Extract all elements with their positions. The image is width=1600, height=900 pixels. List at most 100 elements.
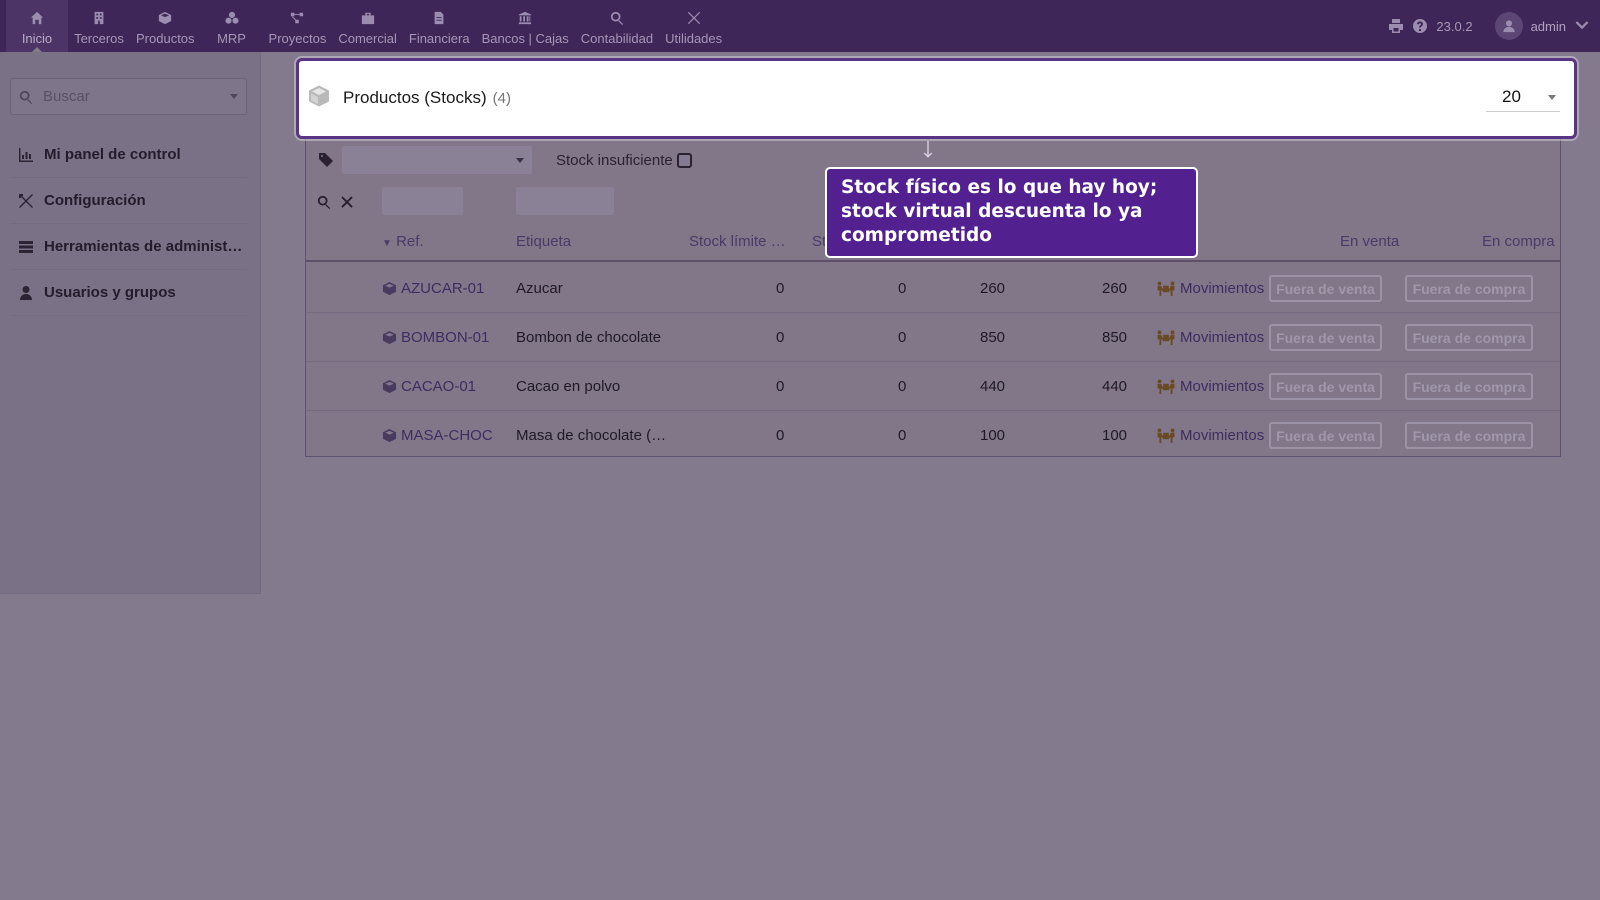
main-menu: Inicio Terceros Productos MRP Proyectos … [0,0,728,52]
user-name[interactable]: admin [1531,19,1566,34]
fuera-de-venta-badge[interactable]: Fuera de venta [1269,324,1382,351]
people-carry-icon [1157,330,1175,345]
chevron-down-icon[interactable] [230,94,238,99]
movements-link[interactable]: Movimientos [1156,378,1264,395]
page-title: Productos (Stocks) (4) [343,88,511,108]
record-count: (4) [492,90,511,107]
sidebar-item-herramientas[interactable]: Herramientas de administración [10,224,247,270]
left-sidebar: Buscar Mi panel de control Configuración… [0,52,261,594]
menu-financiera[interactable]: Financiera [403,0,476,52]
sidebar-item-mi-panel[interactable]: Mi panel de control [10,132,247,178]
page-size-select[interactable]: 20 [1486,82,1560,112]
menu-label: Financiera [408,31,470,46]
top-menu-bar: Inicio Terceros Productos MRP Proyectos … [0,0,1600,52]
product-ref-link[interactable]: AZUCAR-01 [382,280,484,297]
physical-stock-cell: 260 [980,280,1006,297]
col-ref-header[interactable]: ▼ Ref. [382,233,424,250]
menu-label: Bancos | Cajas [481,31,569,46]
desired-cell: 0 [898,427,907,444]
chart-bar-icon [19,147,33,162]
fuera-de-compra-badge[interactable]: Fuera de compra [1405,324,1533,351]
avatar[interactable] [1494,12,1523,40]
menu-label: Terceros [74,31,124,46]
movements-link[interactable]: Movimientos [1156,280,1264,297]
limit-cell: 0 [776,280,785,297]
menu-bancos-cajas[interactable]: Bancos | Cajas [476,0,575,52]
cube-icon [382,281,397,296]
cube-icon [382,428,397,443]
movements-text: Movimientos [1180,427,1265,444]
virtual-stock-cell: 260 [1102,280,1128,297]
ref-text: CACAO-01 [401,378,477,395]
arrow-down-icon [923,141,933,158]
ref-filter-input[interactable] [382,187,463,215]
desired-cell: 0 [898,280,907,297]
cube-icon [159,11,172,25]
file-invoice-icon [434,11,444,25]
movements-link[interactable]: Movimientos [1156,427,1264,444]
label-cell: Azucar [516,280,563,297]
stock-insuficiente-label: Stock insuficiente [556,152,673,169]
menu-contabilidad[interactable]: Contabilidad [575,0,659,52]
menu-inicio[interactable]: Inicio [6,0,68,52]
menu-terceros[interactable]: Terceros [68,0,130,52]
movements-text: Movimientos [1180,329,1265,346]
menu-comercial[interactable]: Comercial [332,0,403,52]
label-cell: Masa de chocolate (… [516,427,667,444]
fuera-de-compra-badge[interactable]: Fuera de compra [1405,275,1533,302]
menu-productos[interactable]: Productos [130,0,201,52]
menu-mrp[interactable]: MRP [201,0,263,52]
sidebar-item-configuracion[interactable]: Configuración [10,178,247,224]
menu-label: Utilidades [665,31,723,46]
product-ref-link[interactable]: MASA-CHOC [382,427,493,444]
menu-label: Productos [136,31,195,46]
sidebar-item-usuarios[interactable]: Usuarios y grupos [10,270,247,316]
sidebar-search-input[interactable]: Buscar [10,78,247,115]
search-icon[interactable] [317,195,331,209]
fuera-de-venta-badge[interactable]: Fuera de venta [1269,373,1382,400]
label-cell: Cacao en polvo [516,378,621,395]
physical-stock-cell: 850 [980,329,1006,346]
people-carry-icon [1157,428,1175,443]
col-etiqueta-header[interactable]: Etiqueta [516,233,571,250]
col-stock-limite-header[interactable]: Stock límite … [689,233,786,250]
list-title-header: Productos (Stocks) (4) 20 [296,58,1577,139]
bank-icon [519,11,532,25]
ref-text: MASA-CHOC [401,427,493,444]
label-filter-input[interactable] [516,187,614,215]
people-carry-icon [1157,379,1175,394]
physical-stock-cell: 440 [980,378,1006,395]
tag-icon [319,153,333,167]
menu-label: Comercial [338,31,397,46]
menu-label: Proyectos [268,31,327,46]
help-icon[interactable] [1412,18,1428,34]
cubes-icon [224,11,239,24]
menu-proyectos[interactable]: Proyectos [263,0,333,52]
printer-icon[interactable] [1388,18,1404,34]
virtual-stock-cell: 100 [1102,427,1128,444]
limit-cell: 0 [776,329,785,346]
table-body: AZUCAR-01 Azucar 0 0 260 260 Movimientos… [306,264,1560,460]
menu-label: MRP [217,31,246,46]
chevron-down-icon[interactable] [1574,18,1590,34]
suitcase-icon [361,12,374,25]
menu-label: Contabilidad [580,31,654,46]
col-en-compra-header[interactable]: En compra [1482,233,1555,250]
close-icon[interactable] [340,195,354,209]
stock-insuficiente-checkbox[interactable] [676,153,692,168]
building-icon [94,11,104,25]
category-filter-select[interactable] [342,146,532,174]
col-en-venta-header[interactable]: En venta [1340,233,1399,250]
product-ref-link[interactable]: BOMBON-01 [382,329,489,346]
search-icon [19,90,33,104]
fuera-de-compra-badge[interactable]: Fuera de compra [1405,373,1533,400]
product-ref-link[interactable]: CACAO-01 [382,378,476,395]
movements-link[interactable]: Movimientos [1156,329,1264,346]
fuera-de-venta-badge[interactable]: Fuera de venta [1269,275,1382,302]
tools-icon [687,11,700,25]
fuera-de-venta-badge[interactable]: Fuera de venta [1269,422,1382,449]
page-title-text: Productos (Stocks) [343,88,487,107]
menu-utilidades[interactable]: Utilidades [659,0,728,52]
fuera-de-compra-badge[interactable]: Fuera de compra [1405,422,1533,449]
tutorial-tooltip: Stock físico es lo que hay hoy; stock vi… [825,167,1198,258]
